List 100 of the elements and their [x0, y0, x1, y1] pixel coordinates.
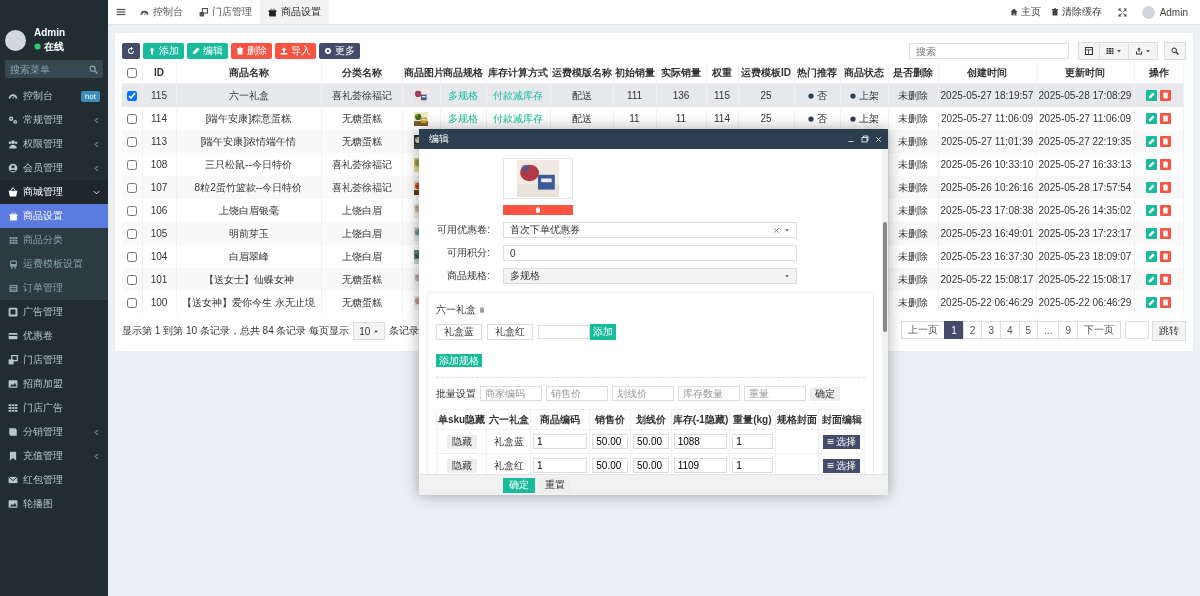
sidebar-subitem[interactable]: 商品分类	[0, 228, 108, 252]
input-field[interactable]: 1109	[673, 458, 728, 473]
edit-button[interactable]	[1146, 89, 1157, 101]
page-button[interactable]: 3	[981, 321, 1001, 339]
header-link[interactable]: 清除缓存	[1045, 5, 1107, 19]
delete-button[interactable]	[1160, 273, 1171, 285]
prev-page-button[interactable]: 上一页	[901, 321, 946, 339]
input-field[interactable]: 划线价	[612, 386, 674, 401]
sidebar-item[interactable]: 商城管理	[0, 180, 108, 204]
checkbox[interactable]	[126, 228, 137, 239]
input-field[interactable]: 50.00	[633, 434, 669, 449]
input-field[interactable]: 商家编码	[480, 386, 542, 401]
column-header[interactable]: 运费模板ID	[738, 63, 794, 84]
close-button[interactable]	[875, 135, 882, 143]
edit-button[interactable]	[1146, 250, 1157, 262]
search-field[interactable]: 搜索	[909, 43, 1069, 59]
checkbox[interactable]	[126, 136, 137, 147]
column-header[interactable]: 分类名称	[321, 63, 402, 84]
column-header[interactable]: 是否删除	[888, 63, 938, 84]
delete-button[interactable]	[1160, 135, 1171, 147]
column-header[interactable]: 权重	[706, 63, 738, 84]
maximize-button[interactable]	[861, 135, 869, 143]
column-header[interactable]: 商品状态	[840, 63, 888, 84]
column-header[interactable]: 初始销量	[613, 63, 656, 84]
sidebar-item[interactable]: 招商加盟	[0, 372, 108, 396]
select-button[interactable]: 选择	[823, 434, 861, 449]
tab[interactable]: 门店管理	[191, 0, 260, 24]
select-field[interactable]: 首次下单优惠券	[503, 222, 797, 238]
column-header[interactable]: 运费模版名称	[550, 63, 613, 84]
tab[interactable]: 控制台	[132, 0, 191, 24]
checkbox[interactable]	[126, 251, 137, 262]
delete-button[interactable]	[1160, 250, 1171, 262]
delete-button[interactable]	[1160, 227, 1171, 239]
input-field[interactable]: 0	[503, 245, 797, 261]
input-field[interactable]: 库存数量	[678, 386, 740, 401]
jump-button[interactable]: 跳转	[1152, 321, 1186, 341]
delete-button[interactable]	[1160, 112, 1171, 124]
edit-button[interactable]	[1146, 135, 1157, 147]
input-field[interactable]: 50.00	[592, 434, 628, 449]
input-field[interactable]: 1	[732, 434, 773, 449]
edit-button[interactable]	[1146, 296, 1157, 308]
input-field[interactable]: 1	[533, 458, 588, 473]
input-field[interactable]	[538, 325, 590, 339]
spec-value-button[interactable]: 礼盒蓝	[436, 324, 482, 340]
checkbox[interactable]	[126, 68, 137, 79]
delete-button[interactable]	[1160, 181, 1171, 193]
column-header[interactable]: 更新时间	[1036, 63, 1134, 84]
confirm-button[interactable]: 确定	[810, 386, 840, 401]
input-field[interactable]: 50.00	[633, 458, 669, 473]
checkbox[interactable]	[126, 159, 137, 170]
next-page-button[interactable]: 下一页	[1077, 321, 1121, 339]
sidebar-item[interactable]: 门店广告	[0, 396, 108, 420]
sidebar-item[interactable]: 红包管理	[0, 468, 108, 492]
sidebar-item[interactable]: 广告管理	[0, 300, 108, 324]
sidebar-item[interactable]: 控制台 hot	[0, 84, 108, 108]
column-header[interactable]: 操作	[1134, 63, 1183, 84]
column-header[interactable]: 热门推荐	[794, 63, 840, 84]
more-button[interactable]: 更多	[319, 43, 360, 59]
scrollbar[interactable]	[882, 149, 888, 474]
input-field[interactable]: 重量	[744, 386, 806, 401]
select-button[interactable]: 选择	[823, 458, 861, 473]
checkbox[interactable]	[126, 182, 137, 193]
sidebar-subitem[interactable]: 运费模板设置	[0, 252, 108, 276]
delete-button[interactable]	[1160, 204, 1171, 216]
sidebar-item[interactable]: 权限管理	[0, 132, 108, 156]
sidebar-subitem[interactable]: 订单管理	[0, 276, 108, 300]
edit-button[interactable]	[1146, 112, 1157, 124]
delete-button[interactable]	[1160, 158, 1171, 170]
delete-image-button[interactable]	[503, 205, 573, 215]
edit-button[interactable]	[1146, 181, 1157, 193]
sidebar-item[interactable]: 门店管理	[0, 348, 108, 372]
column-header[interactable]: 实际销量	[656, 63, 706, 84]
search-button[interactable]	[1164, 42, 1186, 60]
page-button[interactable]: ...	[1037, 321, 1060, 339]
input-field[interactable]: 1088	[673, 434, 728, 449]
page-input[interactable]	[1125, 321, 1149, 339]
view-menu-button[interactable]	[1099, 42, 1129, 60]
user-name[interactable]: Admin	[1154, 6, 1200, 18]
checkbox[interactable]	[126, 274, 137, 285]
page-button[interactable]: 1	[944, 321, 964, 339]
checkbox[interactable]	[126, 113, 137, 124]
page-button[interactable]: 5	[1018, 321, 1039, 339]
column-header[interactable]: ID	[142, 63, 176, 84]
header-link[interactable]: 主页	[1004, 5, 1046, 19]
sidebar-item[interactable]: 优惠卷	[0, 324, 108, 348]
page-button[interactable]: 9	[1058, 321, 1078, 339]
spec-value-button[interactable]: 礼盒红	[487, 324, 533, 340]
edit-button[interactable]	[1146, 227, 1157, 239]
sidebar-item[interactable]: 轮播图	[0, 492, 108, 516]
sidebar-subitem[interactable]: 商品设置	[0, 204, 108, 228]
input-field[interactable]: 50.00	[592, 458, 628, 473]
refresh-button[interactable]	[122, 43, 140, 59]
sidebar-item[interactable]: 会员管理	[0, 156, 108, 180]
page-button[interactable]: 4	[999, 321, 1020, 339]
input-field[interactable]: 1	[732, 458, 773, 473]
sidebar-item[interactable]: 分销管理	[0, 420, 108, 444]
page-size-select[interactable]: 10	[353, 322, 386, 340]
column-header[interactable]: 商品名称	[176, 63, 321, 84]
column-header[interactable]: 库存计算方式	[486, 63, 550, 84]
delete-button[interactable]	[1160, 89, 1171, 101]
